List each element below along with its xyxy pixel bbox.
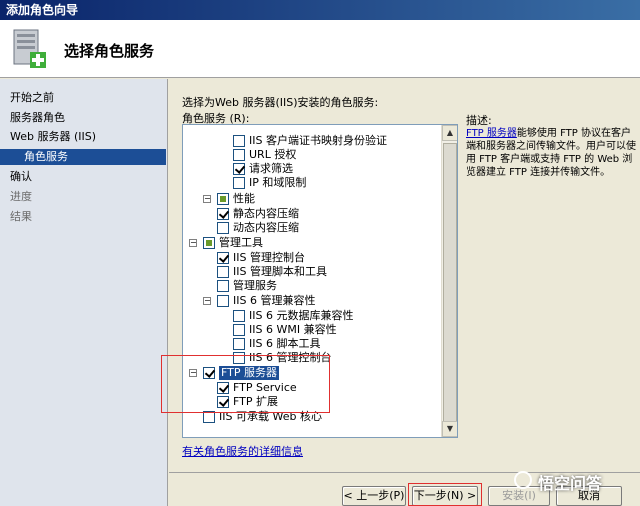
step-results: 结果 — [10, 210, 32, 223]
checkbox[interactable] — [233, 310, 245, 322]
checkbox[interactable] — [217, 266, 229, 278]
step-role-services[interactable]: 角色服务 — [0, 149, 166, 165]
checkbox[interactable] — [233, 338, 245, 350]
instruction-text: 选择为Web 服务器(IIS)安装的角色服务: — [182, 96, 379, 109]
step-web-server-iis[interactable]: Web 服务器 (IIS) — [10, 129, 96, 145]
collapse-icon[interactable]: − — [203, 297, 211, 305]
checkbox-checked[interactable] — [217, 208, 229, 220]
checkbox-partial[interactable] — [203, 237, 215, 249]
collapse-icon[interactable]: − — [203, 195, 211, 203]
more-info-link[interactable]: 有关角色服务的详细信息 — [182, 443, 303, 459]
checkbox[interactable] — [233, 177, 245, 189]
highlight-box-next — [408, 483, 482, 506]
back-button[interactable]: < 上一步(P) — [342, 486, 406, 506]
collapse-icon[interactable]: − — [189, 239, 197, 247]
watermark: 悟空问答 — [514, 470, 640, 493]
server-add-icon — [13, 29, 46, 68]
checkbox-checked[interactable] — [233, 163, 245, 175]
step-progress: 进度 — [10, 190, 32, 203]
checkbox[interactable] — [217, 295, 229, 307]
checkbox-partial[interactable] — [217, 193, 229, 205]
scroll-up-icon[interactable]: ▲ — [442, 125, 457, 141]
description-title: 描述: — [466, 114, 492, 127]
checkbox[interactable] — [217, 280, 229, 292]
checkbox[interactable] — [233, 149, 245, 161]
wukong-logo-icon — [514, 471, 532, 489]
page-title: 选择角色服务 — [64, 42, 155, 60]
step-before-you-begin[interactable]: 开始之前 — [10, 90, 54, 106]
wizard-steps: 开始之前 服务器角色 Web 服务器 (IIS) 角色服务 确认 进度 结果 — [0, 79, 168, 506]
highlight-box-ftp — [161, 355, 330, 413]
checkbox[interactable] — [233, 324, 245, 336]
checkbox-checked[interactable] — [217, 252, 229, 264]
tree-scrollbar[interactable]: ▲ ▼ — [441, 125, 457, 437]
description-link[interactable]: FTP 服务器 — [466, 128, 517, 139]
description-body: FTP 服务器能够使用 FTP 协议在客户端和服务器之间传输文件。用户可以使用 … — [466, 128, 636, 178]
scroll-down-icon[interactable]: ▼ — [442, 421, 457, 437]
wizard-header: 选择角色服务 — [0, 20, 640, 78]
scroll-thumb[interactable] — [443, 143, 457, 429]
window-title: 添加角色向导 — [0, 0, 640, 20]
checkbox[interactable] — [233, 135, 245, 147]
step-confirmation[interactable]: 确认 — [10, 169, 32, 185]
step-server-roles[interactable]: 服务器角色 — [10, 110, 65, 126]
checkbox[interactable] — [217, 222, 229, 234]
